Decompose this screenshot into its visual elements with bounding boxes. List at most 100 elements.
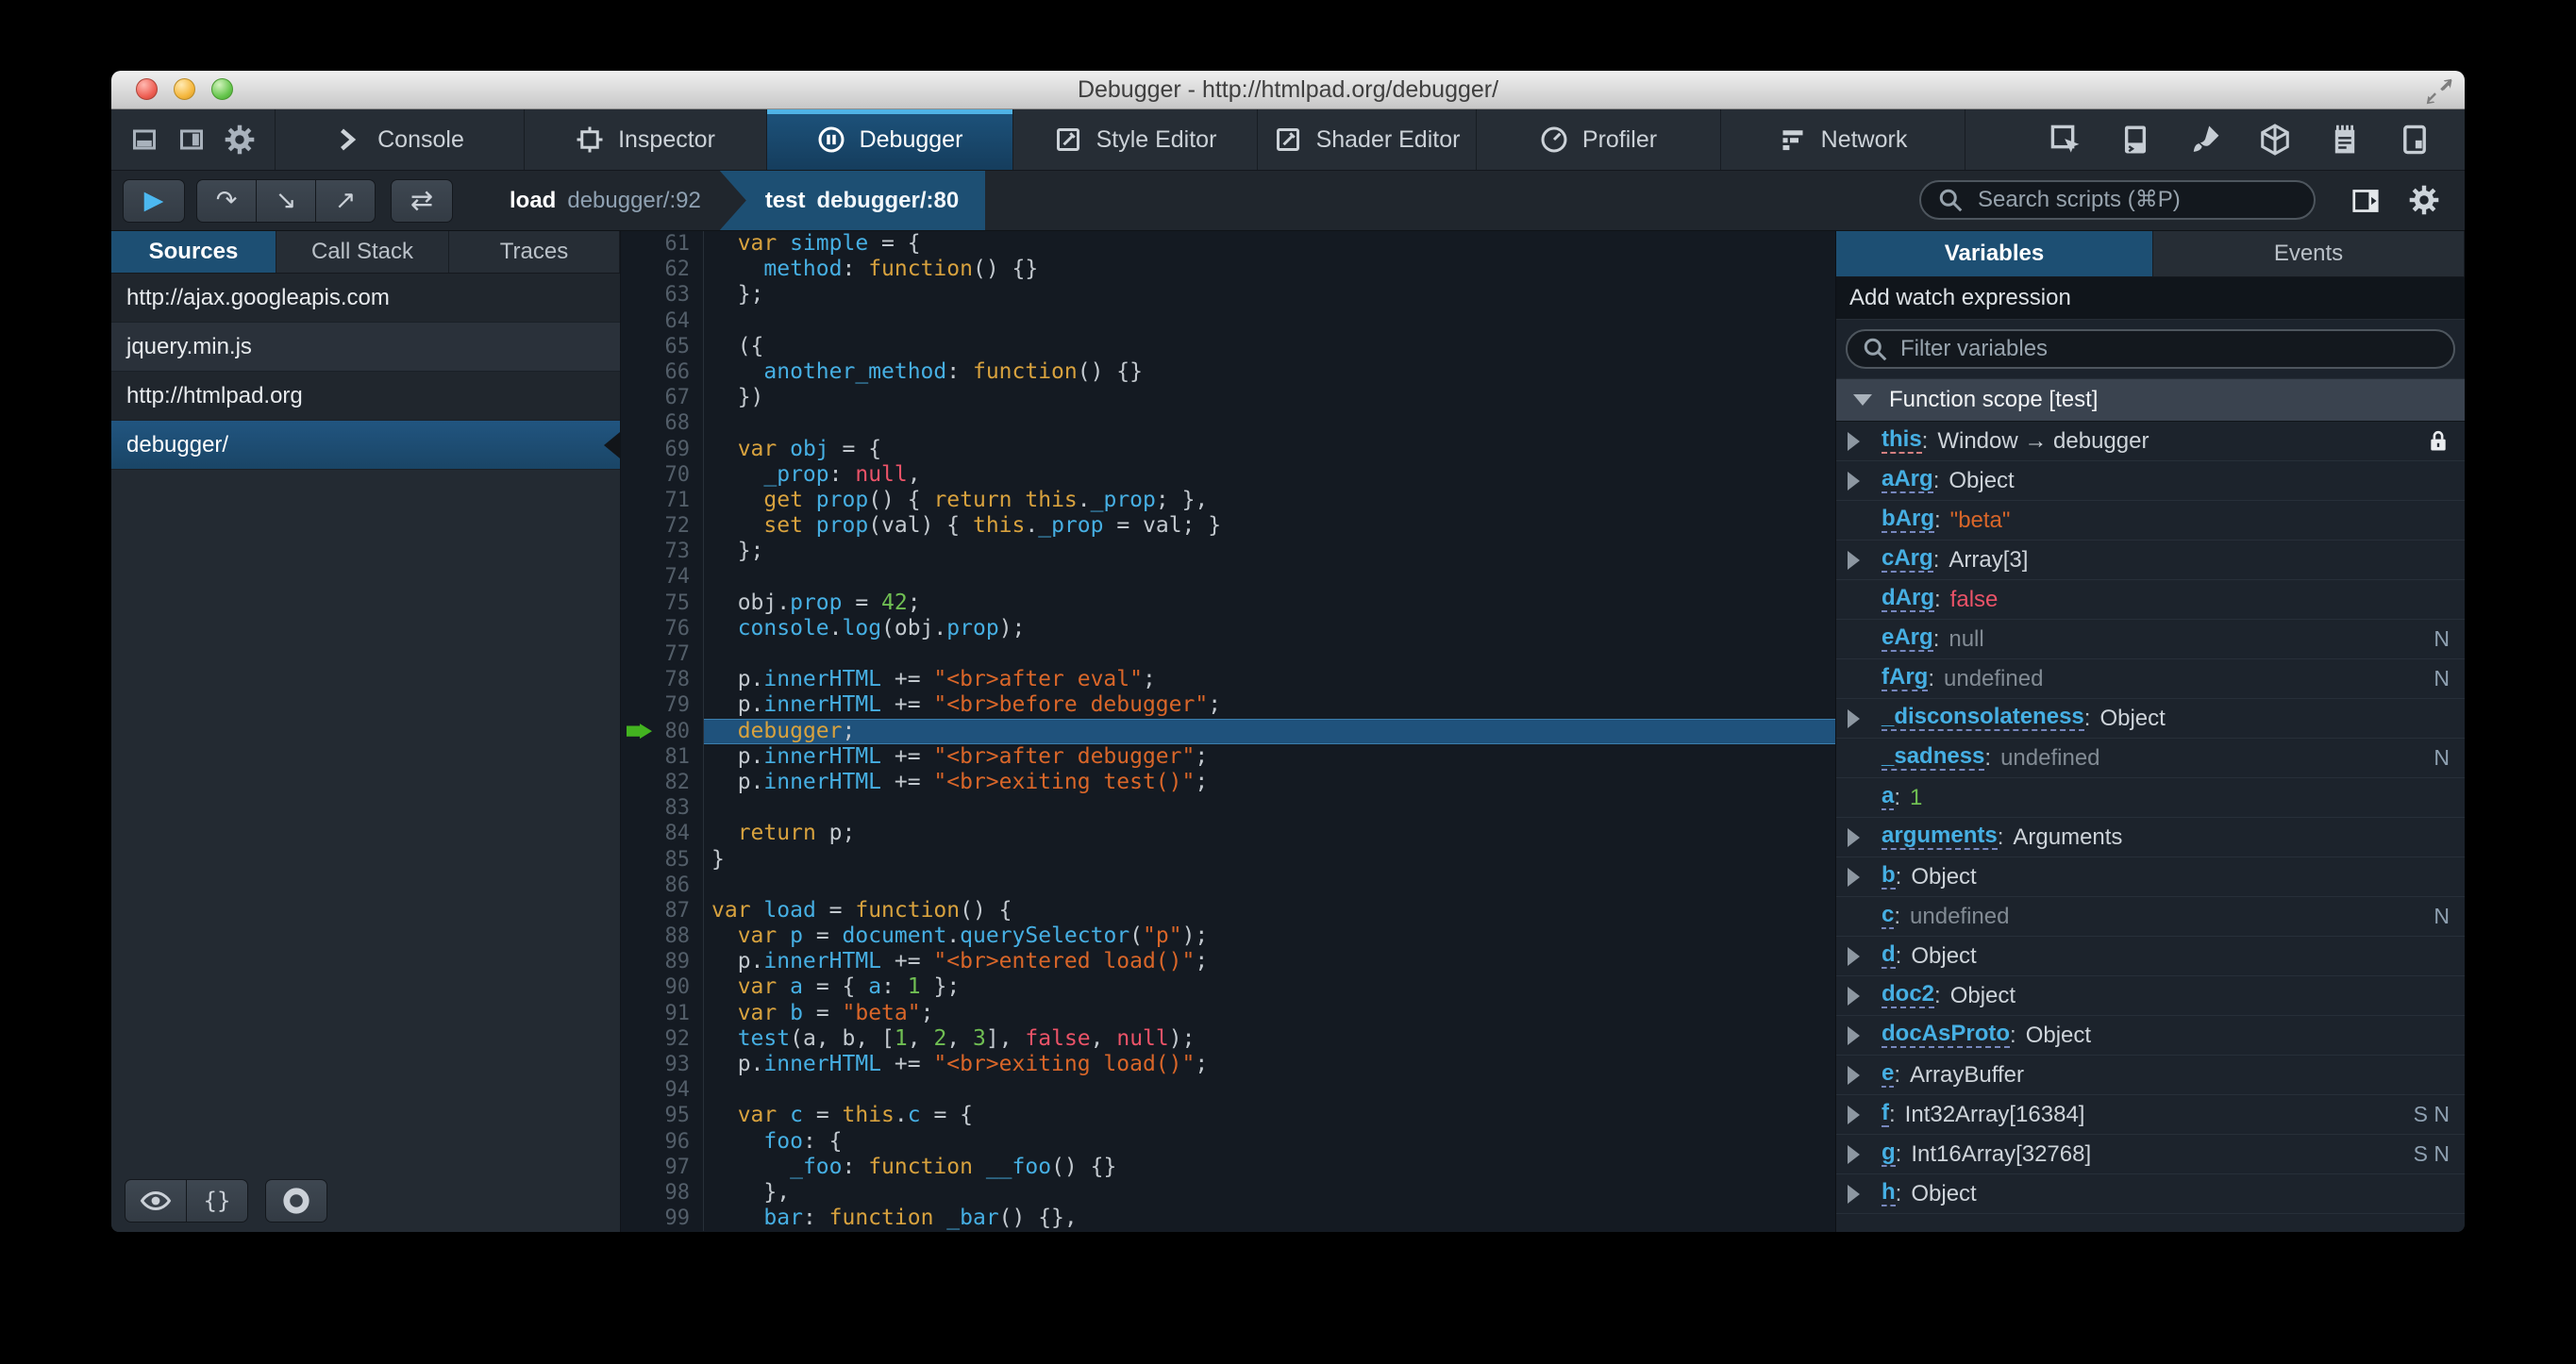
code-line-text[interactable]: }, <box>704 1180 1835 1206</box>
code-line-text[interactable]: var c = this.c = { <box>704 1103 1835 1128</box>
code-line-text[interactable]: test(a, b, [1, 2, 3], false, null); <box>704 1026 1835 1052</box>
variable-row[interactable]: this: Window → debugger <box>1836 422 2465 461</box>
line-number-gutter[interactable]: 63 <box>621 282 704 308</box>
pretty-print-button[interactable]: {} <box>186 1179 248 1223</box>
code-line-text[interactable]: var obj = { <box>704 437 1835 462</box>
code-line-text[interactable]: }; <box>704 282 1835 308</box>
pick-element-icon[interactable] <box>2049 124 2082 156</box>
variable-row[interactable]: e: ArrayBuffer <box>1836 1056 2465 1095</box>
line-number-gutter[interactable]: 94 <box>621 1077 704 1104</box>
code-line-text[interactable]: var load = function() { <box>704 898 1835 923</box>
variable-row[interactable]: a: 1 <box>1836 778 2465 818</box>
line-number-gutter[interactable]: 91 <box>621 1000 704 1026</box>
trace-button[interactable]: ⇄ <box>391 178 453 223</box>
tab-profiler[interactable]: Profiler <box>1477 109 1721 170</box>
step-into-button[interactable]: ↘ <box>256 178 316 223</box>
line-number-gutter[interactable]: 65 <box>621 333 704 359</box>
responsive-mode-icon[interactable] <box>2399 124 2431 156</box>
tab-inspector[interactable]: Inspector <box>525 109 767 170</box>
tab-variables[interactable]: Variables <box>1836 231 2153 276</box>
line-number-gutter[interactable]: 82 <box>621 769 704 796</box>
line-number-gutter[interactable]: 64 <box>621 308 704 334</box>
code-line[interactable]: 83 <box>621 795 1835 822</box>
code-line[interactable]: 92 test(a, b, [1, 2, 3], false, null); <box>621 1025 1835 1052</box>
code-line-text[interactable]: return p; <box>704 821 1835 846</box>
code-line[interactable]: 97 _foo: function __foo() {} <box>621 1154 1835 1180</box>
code-line-text[interactable] <box>704 308 1835 334</box>
line-number-gutter[interactable]: 99 <box>621 1206 704 1232</box>
code-line[interactable]: 88 var p = document.querySelector("p"); <box>621 923 1835 950</box>
line-number-gutter[interactable]: 90 <box>621 974 704 1001</box>
code-line[interactable]: 79 p.innerHTML += "<br>before debugger"; <box>621 692 1835 719</box>
code-line-text[interactable]: get prop() { return this._prop; }, <box>704 488 1835 513</box>
line-number-gutter[interactable]: 69 <box>621 436 704 462</box>
line-number-gutter[interactable]: 70 <box>621 461 704 488</box>
line-number-gutter[interactable]: 61 <box>621 231 704 258</box>
tab-debugger[interactable]: Debugger <box>767 109 1013 170</box>
line-number-gutter[interactable]: 73 <box>621 539 704 565</box>
filter-variables-input[interactable] <box>1899 335 2440 363</box>
zoom-button[interactable] <box>211 78 233 100</box>
code-line[interactable]: 71 get prop() { return this._prop; }, <box>621 487 1835 514</box>
line-number-gutter[interactable]: 85 <box>621 846 704 873</box>
line-number-gutter[interactable]: 88 <box>621 923 704 950</box>
code-line-text[interactable]: }; <box>704 539 1835 564</box>
code-line[interactable]: 64 <box>621 308 1835 334</box>
code-line-text[interactable]: set prop(val) { this._prop = val; } <box>704 513 1835 539</box>
devtools-settings-gear-icon[interactable] <box>224 124 256 156</box>
line-number-gutter[interactable]: 89 <box>621 949 704 975</box>
code-line-text[interactable]: method: function() {} <box>704 257 1835 282</box>
code-line[interactable]: 98 }, <box>621 1179 1835 1206</box>
debugger-options-gear-icon[interactable] <box>2408 184 2440 216</box>
step-over-button[interactable]: ↷ <box>196 178 257 223</box>
code-line-text[interactable]: var simple = { <box>704 231 1835 257</box>
code-line-text[interactable]: _prop: null, <box>704 462 1835 488</box>
source-item[interactable]: jquery.min.js <box>111 323 620 372</box>
variable-row[interactable]: docAsProto: Object <box>1836 1016 2465 1056</box>
code-line-text[interactable]: p.innerHTML += "<br>exiting test()"; <box>704 770 1835 795</box>
code-line-text[interactable]: p.innerHTML += "<br>after debugger"; <box>704 744 1835 770</box>
code-line[interactable]: 89 p.innerHTML += "<br>entered load()"; <box>621 949 1835 975</box>
breadcrumb-frame-load[interactable]: load debugger/:92 <box>491 171 720 230</box>
line-number-gutter[interactable]: 78 <box>621 667 704 693</box>
variable-row[interactable]: bArg: "beta" <box>1836 501 2465 541</box>
blackbox-source-button[interactable] <box>125 1179 187 1223</box>
tab-console[interactable]: Console <box>276 109 525 170</box>
line-number-gutter[interactable]: 77 <box>621 641 704 668</box>
code-line-text[interactable] <box>704 795 1835 821</box>
tab-sources[interactable]: Sources <box>111 231 276 273</box>
code-line[interactable]: 69 var obj = { <box>621 436 1835 462</box>
line-number-gutter[interactable]: 71 <box>621 487 704 514</box>
code-line-text[interactable]: foo: { <box>704 1129 1835 1155</box>
code-line[interactable]: 73 }; <box>621 539 1835 565</box>
code-line[interactable]: 99 bar: function _bar() {}, <box>621 1206 1835 1232</box>
code-line[interactable]: 86 <box>621 872 1835 898</box>
tab-events[interactable]: Events <box>2153 231 2465 276</box>
line-number-gutter[interactable]: 62 <box>621 257 704 283</box>
code-line-text[interactable]: }) <box>704 385 1835 410</box>
line-number-gutter[interactable]: 86 <box>621 872 704 898</box>
variable-row[interactable]: d: Object <box>1836 937 2465 976</box>
source-item[interactable]: debugger/ <box>111 421 620 470</box>
variable-row[interactable]: cArg: Array[3] <box>1836 541 2465 580</box>
code-line[interactable]: 62 method: function() {} <box>621 257 1835 283</box>
code-line-text[interactable]: var b = "beta"; <box>704 1001 1835 1026</box>
code-line[interactable]: 77 <box>621 641 1835 668</box>
split-console-icon[interactable] <box>2119 124 2151 156</box>
code-line[interactable]: 66 another_method: function() {} <box>621 358 1835 386</box>
code-line[interactable]: 85} <box>621 846 1835 873</box>
code-line[interactable]: 84 return p; <box>621 821 1835 847</box>
tilt-3d-icon[interactable] <box>2259 124 2291 156</box>
code-line[interactable]: 80 debugger; <box>621 718 1835 744</box>
fullscreen-icon[interactable] <box>2425 77 2453 106</box>
breadcrumb-frame-test[interactable]: test debugger/:80 <box>719 171 986 230</box>
code-line-text[interactable] <box>704 641 1835 667</box>
code-line[interactable]: 76 console.log(obj.prop); <box>621 615 1835 641</box>
tab-network[interactable]: Network <box>1721 109 1965 170</box>
line-number-gutter[interactable]: 79 <box>621 692 704 719</box>
dock-side-icon[interactable] <box>177 125 206 154</box>
code-line[interactable]: 75 obj.prop = 42; <box>621 590 1835 616</box>
step-out-button[interactable]: ↗ <box>315 178 376 223</box>
line-number-gutter[interactable]: 95 <box>621 1103 704 1129</box>
variable-row[interactable]: b: Object <box>1836 857 2465 897</box>
